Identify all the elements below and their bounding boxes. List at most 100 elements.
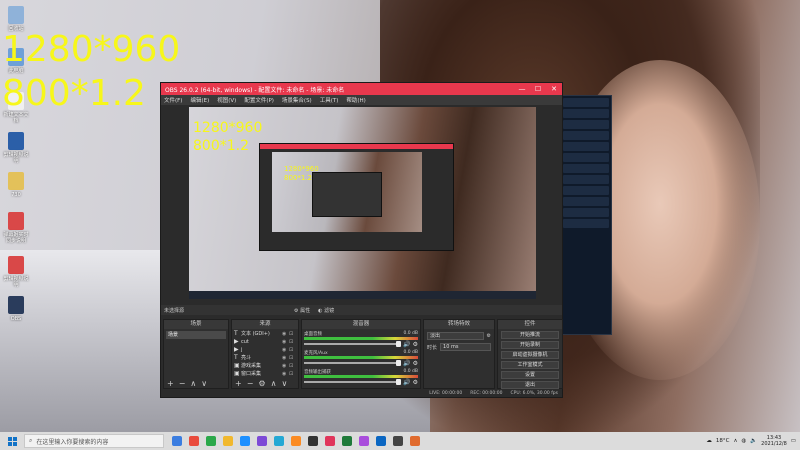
visibility-eye-icon[interactable]: ◉ [282,371,289,377]
lock-icon[interactable]: ⊡ [289,331,296,337]
maximize-button[interactable]: ☐ [530,85,546,93]
properties-button[interactable]: ⚙ 属性 [294,307,310,314]
taskbar-app-icon[interactable] [189,436,199,446]
channel-settings-icon[interactable]: ⚙ [413,379,418,386]
taskbar-app-icon[interactable] [206,436,216,446]
menu-item[interactable]: 帮助(H) [346,96,365,104]
control-button[interactable]: 启动虚拟摄像机 [501,351,559,359]
control-button[interactable]: 开始录制 [501,341,559,349]
start-button[interactable] [0,432,24,450]
taskbar-clock[interactable]: 13:43 2021/12/8 [761,435,787,447]
add-scene-button[interactable]: + [167,379,174,388]
control-button[interactable]: 设置 [501,371,559,379]
taskbar-app-icon[interactable] [291,436,301,446]
control-button[interactable]: 工作室模式 [501,361,559,369]
notification-icon[interactable]: ▭ [791,438,796,444]
speaker-icon[interactable]: 🔊 [403,379,410,386]
taskbar-app-icon[interactable] [172,436,182,446]
menu-item[interactable]: 编辑(E) [190,96,209,104]
filters-button[interactable]: ◐ 滤镜 [318,307,334,314]
source-item[interactable]: T 亮斗 ◉ ⊡ [234,354,296,361]
desktop-icon[interactable]: 弹幕姬实时同步说明 [2,212,30,244]
menu-item[interactable]: 文件(F) [164,96,182,104]
visibility-eye-icon[interactable]: ◉ [282,331,289,337]
taskbar-app-icon[interactable] [308,436,318,446]
lock-icon[interactable]: ⊡ [289,363,296,369]
taskbar-app-icon[interactable] [257,436,267,446]
move-down-button[interactable]: ∨ [201,379,207,388]
taskbar-app-icon[interactable] [223,436,233,446]
side-chat-window[interactable] [560,95,612,335]
menu-item[interactable]: 视图(V) [217,96,236,104]
transition-settings-icon[interactable]: ⚙ [487,333,491,339]
source-item[interactable]: ▣ 游戏采集 ◉ ⊡ [234,362,296,369]
volume-slider-knob[interactable] [396,360,402,366]
volume-slider[interactable] [304,341,402,347]
taskbar-app-icon[interactable] [274,436,284,446]
controls-dock-title: 控件 [498,320,562,329]
taskbar-app-icon[interactable] [240,436,250,446]
close-button[interactable]: ✕ [546,85,562,93]
visibility-eye-icon[interactable]: ◉ [282,363,289,369]
control-button[interactable]: 开始推流 [501,331,559,339]
source-item[interactable]: T 文本 (GDI+) ◉ ⊡ [234,330,296,337]
remove-source-button[interactable]: − [247,379,254,388]
obs-titlebar[interactable]: OBS 26.0.2 (64-bit, windows) - 配置文件: 未命名… [161,83,562,95]
visibility-eye-icon[interactable]: ◉ [282,347,289,353]
transition-type-select[interactable]: 淡出 [427,332,484,340]
controls-buttons: 开始推流开始录制启动虚拟摄像机 工作室模式设置退出 [498,331,562,389]
desktop-icon[interactable]: 剪辑视频说明 [2,256,30,288]
network-icon[interactable]: ◍ [741,438,746,444]
move-up-button[interactable]: ∧ [190,379,196,388]
taskbar-app-icon[interactable] [359,436,369,446]
volume-icon[interactable]: 🔈 [750,438,757,444]
visibility-eye-icon[interactable]: ◉ [282,339,289,345]
scenes-dock: 场景 场景 + − ∧ ∨ [163,319,229,389]
source-item[interactable]: ▣ 窗口采集 ◉ ⊡ [234,370,296,377]
obs-window[interactable]: OBS 26.0.2 (64-bit, windows) - 配置文件: 未命名… [160,82,563,398]
duration-input[interactable]: 10 ms [440,343,491,351]
taskbar-app-icon[interactable] [342,436,352,446]
channel-settings-icon[interactable]: ⚙ [413,360,418,367]
nested-obs-preview-deep [312,172,382,217]
taskbar-app-icon[interactable] [410,436,420,446]
control-button[interactable]: 退出 [501,381,559,389]
source-item[interactable]: ▶ cut ◉ ⊡ [234,338,296,345]
volume-slider-knob[interactable] [396,341,402,347]
move-up-button[interactable]: ∧ [271,379,277,388]
lock-icon[interactable]: ⊡ [289,347,296,353]
taskbar-app-icon[interactable] [393,436,403,446]
volume-slider-knob[interactable] [396,379,402,385]
taskbar-app-icon[interactable] [325,436,335,446]
lock-icon[interactable]: ⊡ [289,355,296,361]
remove-scene-button[interactable]: − [179,379,186,388]
volume-slider[interactable] [304,360,402,366]
speaker-icon[interactable]: 🔊 [403,341,410,348]
add-source-button[interactable]: + [235,379,242,388]
desktop-icon[interactable]: 剪辑视频说明 [2,132,30,164]
menu-item[interactable]: 场景集合(S) [282,96,312,104]
file-icon [8,172,24,190]
taskbar-search-box[interactable]: ⌕ 在这里输入你要搜索的内容 [24,434,164,448]
source-item[interactable]: ▶ j ◉ ⊡ [234,346,296,353]
source-settings-icon[interactable]: ⚙ [258,379,265,388]
lock-icon[interactable]: ⊡ [289,339,296,345]
menu-item[interactable]: 工具(T) [320,96,339,104]
desktop-icon[interactable]: 730 [2,172,30,198]
obs-preview[interactable]: 1280*960 800*1.2 1280*960 800*1.2 [189,107,536,299]
source-label: j [241,346,243,353]
taskbar-app-icon[interactable] [376,436,386,446]
channel-settings-icon[interactable]: ⚙ [413,341,418,348]
minimize-button[interactable]: — [514,85,530,93]
speaker-icon[interactable]: 🔊 [403,360,410,367]
scene-item[interactable]: 场景 [166,331,226,339]
menu-item[interactable]: 配置文件(P) [244,96,274,104]
tray-chevron-icon[interactable]: ∧ [733,438,737,444]
no-source-selected-label: 未选择源 [164,307,185,314]
move-down-button[interactable]: ∨ [281,379,287,388]
desktop-icon[interactable]: OBS [2,296,30,322]
volume-slider[interactable] [304,379,402,385]
cpu-status: CPU: 6.0%, 30.00 fps [510,390,559,396]
lock-icon[interactable]: ⊡ [289,371,296,377]
visibility-eye-icon[interactable]: ◉ [282,355,289,361]
